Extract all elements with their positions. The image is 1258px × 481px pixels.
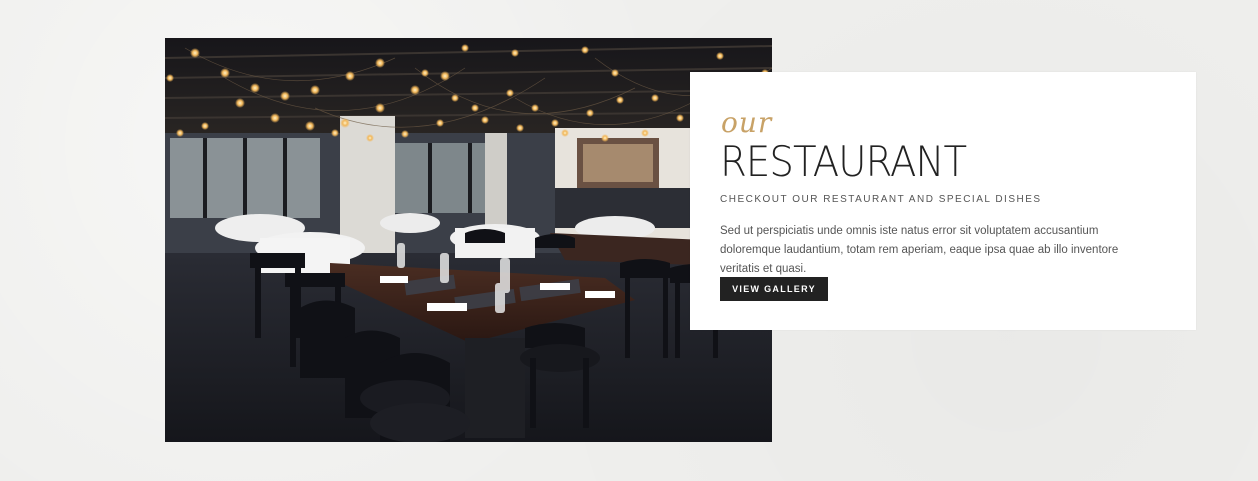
section-title: RESTAURANT: [720, 137, 967, 186]
section-subtitle: CHECKOUT OUR RESTAURANT AND SPECIAL DISH…: [720, 194, 1042, 205]
restaurant-photo: [165, 38, 772, 442]
view-gallery-button[interactable]: VIEW GALLERY: [720, 277, 828, 301]
restaurant-info-card: our RESTAURANT CHECKOUT OUR RESTAURANT A…: [690, 72, 1196, 330]
section-description: Sed ut perspiciatis unde omnis iste natu…: [720, 225, 1119, 275]
section-script-label: our: [721, 106, 773, 139]
